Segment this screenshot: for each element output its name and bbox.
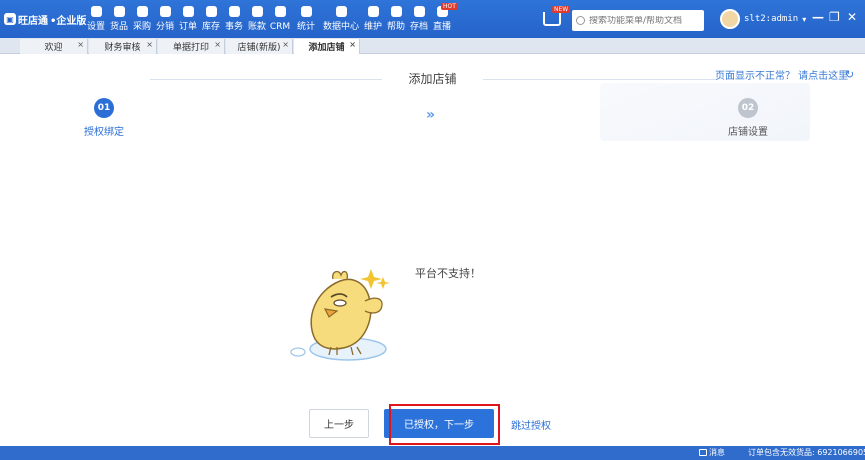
maintenance-icon — [367, 6, 379, 17]
menu-item-help[interactable]: 帮助 — [385, 4, 407, 33]
menu-item-accounts[interactable]: 账款 — [246, 4, 268, 33]
crm-icon — [274, 6, 286, 17]
tab-label: 财务审核 — [104, 43, 141, 53]
restore-button[interactable]: ❐ — [829, 10, 840, 24]
step-authorize: 01 授权绑定 — [84, 98, 124, 138]
statistics-icon — [300, 6, 312, 17]
messages-label: 消息 — [709, 448, 725, 457]
step-label: 授权绑定 — [84, 127, 124, 138]
minimize-button[interactable]: — — [812, 10, 824, 24]
logo-text: 旺店通 — [18, 15, 48, 27]
main-content: 添加店铺 页面显示不正常？ 请点击这里 ↻ 01 授权绑定 » 02 店铺设置 … — [0, 55, 865, 446]
data-center-icon — [335, 6, 347, 17]
step-store-settings: 02 店铺设置 — [728, 98, 768, 138]
menu-item-tasks[interactable]: 事务 — [223, 4, 245, 33]
platform-unsupported-message: 平台不支持！ — [415, 267, 481, 280]
status-ticker: 订单包含无效货品: 6921066905 — [748, 448, 865, 457]
tab-store-new[interactable]: 店铺(新版) × — [226, 39, 293, 54]
double-chevron-right-icon: » — [426, 107, 436, 123]
menu-item-statistics[interactable]: 统计 — [292, 4, 320, 33]
user-menu[interactable]: slt2:admin ▾ — [720, 9, 806, 29]
step-number: 02 — [738, 98, 758, 118]
user-name: slt2:admin — [744, 14, 799, 24]
inventory-icon — [205, 6, 217, 17]
app-logo: ▣ 旺店通 •企业版 — [4, 11, 86, 27]
search-input[interactable] — [589, 15, 699, 26]
tab-bar: 欢迎 × 财务审核 × 单据打印 × 店铺(新版) × 添加店铺 × — [0, 38, 865, 54]
tab-close-icon[interactable]: × — [146, 40, 153, 49]
tab-label: 单据打印 — [172, 43, 209, 53]
status-bar: 消息 订单包含无效货品: 6921066905 — [0, 446, 865, 460]
main-menu: 设置 货品 采购 分销 订单 库存 事务 账款 CRM 统计 数据中心 维护 帮… — [85, 4, 454, 33]
previous-step-button[interactable]: 上一步 — [309, 409, 369, 438]
search-box — [572, 10, 704, 31]
refresh-icon[interactable]: ↻ — [845, 68, 854, 81]
menu-item-settings[interactable]: 设置 — [85, 4, 107, 33]
archive-icon — [413, 6, 425, 17]
account-icon — [251, 6, 263, 17]
new-badge: NEW — [552, 6, 571, 13]
menu-item-crm[interactable]: CRM — [269, 4, 291, 33]
gear-icon — [90, 6, 102, 17]
tab-close-icon[interactable]: × — [282, 40, 289, 49]
logo-mark-icon: ▣ — [4, 13, 16, 25]
close-button[interactable]: ✕ — [847, 10, 857, 24]
chick-mascot-illustration — [290, 269, 390, 361]
background-illustration — [600, 83, 810, 141]
tab-add-store[interactable]: 添加店铺 × — [294, 39, 360, 54]
menu-item-distribution[interactable]: 分销 — [154, 4, 176, 33]
tab-finance-audit[interactable]: 财务审核 × — [89, 39, 157, 54]
message-icon — [699, 449, 707, 456]
step-label: 店铺设置 — [728, 127, 768, 138]
menu-item-inventory[interactable]: 库存 — [200, 4, 222, 33]
task-icon — [228, 6, 240, 17]
menu-item-goods[interactable]: 货品 — [108, 4, 130, 33]
step-number: 01 — [94, 98, 114, 118]
tab-label: 店铺(新版) — [237, 43, 281, 53]
menu-item-data-center[interactable]: 数据中心 — [321, 4, 361, 33]
top-menu-bar: ▣ 旺店通 •企业版 设置 货品 采购 分销 订单 库存 事务 账款 CRM 统… — [0, 0, 865, 38]
tab-close-icon[interactable]: × — [349, 40, 356, 49]
purchase-icon — [136, 6, 148, 17]
tab-document-print[interactable]: 单据打印 × — [158, 39, 225, 54]
title-divider-left — [150, 79, 382, 80]
distribution-icon — [159, 6, 171, 17]
menu-item-archive[interactable]: 存档 — [408, 4, 430, 33]
tab-close-icon[interactable]: × — [77, 40, 84, 49]
search-icon — [576, 16, 585, 25]
order-icon — [182, 6, 194, 17]
skip-authorization-link[interactable]: 跳过授权 — [511, 417, 551, 432]
tab-label: 添加店铺 — [308, 43, 345, 53]
display-issue-link[interactable]: 页面显示不正常？ 请点击这里 — [715, 67, 848, 82]
tab-close-icon[interactable]: × — [214, 40, 221, 49]
app-window: ▣ 旺店通 •企业版 设置 货品 采购 分销 订单 库存 事务 账款 CRM 统… — [0, 0, 865, 460]
highlight-box — [389, 404, 500, 445]
page-title: 添加店铺 — [408, 72, 457, 86]
cart-icon[interactable] — [543, 12, 561, 26]
tab-welcome[interactable]: 欢迎 × — [20, 39, 88, 54]
box-icon — [113, 6, 125, 17]
menu-item-maintenance[interactable]: 维护 — [362, 4, 384, 33]
menu-item-orders[interactable]: 订单 — [177, 4, 199, 33]
tab-label: 欢迎 — [44, 43, 63, 53]
hot-badge: HOT — [441, 3, 458, 10]
chevron-down-icon: ▾ — [802, 14, 807, 24]
menu-item-purchase[interactable]: 采购 — [131, 4, 153, 33]
avatar — [720, 9, 740, 29]
edition-text: •企业版 — [50, 15, 87, 27]
help-icon — [390, 6, 402, 17]
messages-button[interactable]: 消息 — [699, 447, 725, 458]
title-divider-right — [483, 79, 715, 80]
